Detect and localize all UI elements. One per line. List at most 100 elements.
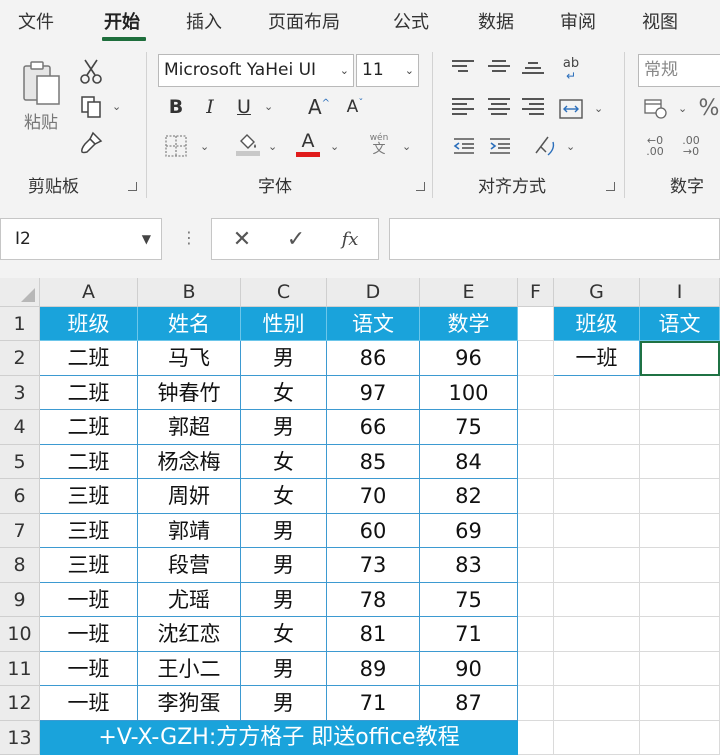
row-header-11[interactable]: 11 — [0, 652, 40, 686]
select-all-corner[interactable] — [0, 278, 40, 307]
cell[interactable] — [518, 652, 554, 686]
table-cell[interactable]: 69 — [420, 514, 518, 548]
table-cell[interactable]: 女 — [241, 479, 327, 514]
paste-button[interactable]: 粘贴 — [16, 56, 66, 136]
row-header-5[interactable]: 5 — [0, 445, 40, 479]
table-cell[interactable]: 73 — [327, 548, 420, 583]
table-cell[interactable]: 杨念梅 — [138, 445, 241, 479]
cell[interactable] — [640, 514, 720, 548]
font-color-button[interactable]: A — [294, 130, 322, 158]
table-cell[interactable]: 李狗蛋 — [138, 686, 241, 721]
menu-file[interactable]: 文件 — [18, 8, 54, 34]
menu-home[interactable]: 开始 — [104, 8, 140, 34]
menu-view[interactable]: 视图 — [642, 8, 678, 34]
cell[interactable] — [640, 445, 720, 479]
font-name-combo[interactable]: Microsoft YaHei UI ⌄ — [158, 54, 354, 87]
table-cell[interactable]: 一班 — [40, 617, 138, 652]
underline-dropdown-icon[interactable]: ⌄ — [264, 100, 273, 113]
borders-button[interactable] — [162, 132, 190, 160]
table-cell[interactable]: 尤瑶 — [138, 583, 241, 617]
table-cell[interactable]: 96 — [420, 341, 518, 376]
table-cell[interactable]: 87 — [420, 686, 518, 721]
table-header-cell[interactable]: 性别 — [241, 307, 327, 341]
table-cell[interactable]: 女 — [241, 376, 327, 410]
table-cell[interactable]: 81 — [327, 617, 420, 652]
table-cell[interactable]: 60 — [327, 514, 420, 548]
menu-review[interactable]: 审阅 — [560, 8, 596, 34]
phonetic-dropdown-icon[interactable]: ⌄ — [402, 140, 411, 153]
cell[interactable] — [554, 548, 640, 583]
column-header-g[interactable]: G — [554, 278, 640, 307]
cell[interactable] — [554, 445, 640, 479]
more-icon[interactable]: ⋮ — [181, 228, 197, 247]
table-cell[interactable]: 100 — [420, 376, 518, 410]
copy-dropdown-icon[interactable]: ⌄ — [112, 100, 121, 113]
cell[interactable] — [554, 652, 640, 686]
cell[interactable] — [554, 479, 640, 514]
table-cell[interactable]: 三班 — [40, 548, 138, 583]
table-header-cell[interactable]: 数学 — [420, 307, 518, 341]
orientation-button[interactable] — [530, 130, 560, 160]
selected-cell-i2[interactable] — [640, 341, 720, 376]
cell[interactable] — [518, 514, 554, 548]
cell[interactable] — [640, 410, 720, 445]
table-cell[interactable]: 84 — [420, 445, 518, 479]
accounting-dropdown-icon[interactable]: ⌄ — [678, 102, 687, 115]
fill-color-button[interactable] — [234, 130, 262, 158]
align-bottom-icon[interactable] — [522, 62, 544, 80]
cell[interactable] — [518, 617, 554, 652]
table-cell[interactable]: 90 — [420, 652, 518, 686]
cell[interactable] — [640, 652, 720, 686]
menu-insert[interactable]: 插入 — [186, 8, 222, 34]
table-header-cell[interactable]: 姓名 — [138, 307, 241, 341]
criteria-header-cell[interactable]: 语文 — [640, 307, 720, 341]
table-cell[interactable]: 83 — [420, 548, 518, 583]
column-header-a[interactable]: A — [40, 278, 138, 307]
formula-input[interactable] — [389, 218, 720, 260]
table-cell[interactable]: 一班 — [40, 686, 138, 721]
row-header-1[interactable]: 1 — [0, 307, 40, 341]
table-cell[interactable]: 男 — [241, 652, 327, 686]
column-header-d[interactable]: D — [327, 278, 420, 307]
table-cell[interactable]: 男 — [241, 514, 327, 548]
cell[interactable] — [554, 514, 640, 548]
merge-dropdown-icon[interactable]: ⌄ — [594, 102, 603, 115]
table-cell[interactable]: 钟春竹 — [138, 376, 241, 410]
table-cell[interactable]: 三班 — [40, 514, 138, 548]
increase-indent-button[interactable] — [486, 132, 514, 160]
table-cell[interactable]: 周妍 — [138, 479, 241, 514]
table-cell[interactable]: 二班 — [40, 445, 138, 479]
cell[interactable] — [518, 410, 554, 445]
percent-button[interactable]: % — [696, 94, 720, 122]
orientation-dropdown-icon[interactable]: ⌄ — [566, 140, 575, 153]
row-header-12[interactable]: 12 — [0, 686, 40, 721]
decrease-decimal-button[interactable]: .00 →0 — [676, 132, 706, 160]
insert-function-button[interactable]: fx — [330, 219, 370, 259]
table-cell[interactable]: 三班 — [40, 479, 138, 514]
table-cell[interactable]: 女 — [241, 445, 327, 479]
borders-dropdown-icon[interactable]: ⌄ — [200, 140, 209, 153]
table-cell[interactable]: 75 — [420, 583, 518, 617]
column-header-b[interactable]: B — [138, 278, 241, 307]
table-cell[interactable]: 二班 — [40, 376, 138, 410]
enter-button[interactable]: ✓ — [276, 219, 316, 259]
row-header-7[interactable]: 7 — [0, 514, 40, 548]
table-cell[interactable]: 82 — [420, 479, 518, 514]
cell[interactable] — [518, 307, 554, 341]
table-cell[interactable]: 一班 — [40, 583, 138, 617]
row-header-13[interactable]: 13 — [0, 721, 40, 755]
fill-color-dropdown-icon[interactable]: ⌄ — [268, 140, 277, 153]
cell[interactable] — [554, 410, 640, 445]
cell[interactable] — [518, 583, 554, 617]
row-header-2[interactable]: 2 — [0, 341, 40, 376]
row-header-3[interactable]: 3 — [0, 376, 40, 410]
italic-button[interactable]: I — [196, 92, 224, 122]
font-size-combo[interactable]: 11 ⌄ — [356, 54, 419, 87]
increase-decimal-button[interactable]: ←0.00 — [640, 132, 670, 160]
table-cell[interactable]: 97 — [327, 376, 420, 410]
criteria-value-cell[interactable]: 一班 — [554, 341, 640, 376]
table-cell[interactable]: 郭超 — [138, 410, 241, 445]
row-header-6[interactable]: 6 — [0, 479, 40, 514]
table-cell[interactable]: 89 — [327, 652, 420, 686]
row-header-9[interactable]: 9 — [0, 583, 40, 617]
